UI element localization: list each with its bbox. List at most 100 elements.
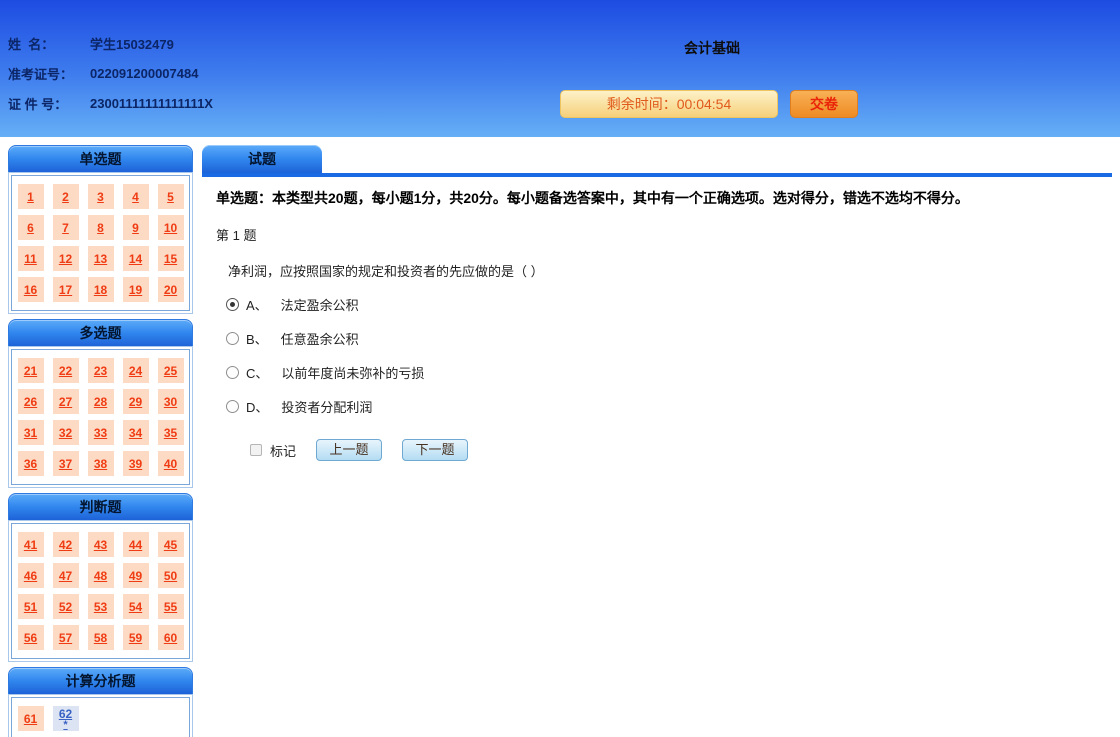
- content-area: 单选题 1 2 3 4 5 6 7 8 9 10 11 12 13 14: [0, 137, 1120, 737]
- question-link[interactable]: 59: [123, 625, 149, 650]
- question-link[interactable]: 40: [158, 451, 184, 476]
- question-link-number: 17: [59, 283, 72, 297]
- answer-radio[interactable]: [226, 366, 239, 379]
- nav-section-panel: 1 2 3 4 5 6 7 8 9 10 11 12 13 14 15: [8, 172, 193, 314]
- question-link[interactable]: 54: [123, 594, 149, 619]
- question-link-number: 23: [94, 364, 107, 378]
- nav-section-title: 单选题: [8, 145, 193, 172]
- answer-radio[interactable]: [226, 332, 239, 345]
- question-link[interactable]: 31: [18, 420, 44, 445]
- question-link[interactable]: 51: [18, 594, 44, 619]
- next-question-button[interactable]: 下一题: [402, 439, 468, 461]
- question-link-number: 34: [129, 426, 142, 440]
- question-link[interactable]: 49: [123, 563, 149, 588]
- question-link[interactable]: 19: [123, 277, 149, 302]
- prev-question-button[interactable]: 上一题: [316, 439, 382, 461]
- question-link[interactable]: 26: [18, 389, 44, 414]
- question-link[interactable]: 42: [53, 532, 79, 557]
- question-link-number: 13: [94, 252, 107, 266]
- info-value: 学生15032479: [90, 34, 174, 53]
- question-link-number: 46: [24, 569, 37, 583]
- question-link-number: 36: [24, 457, 37, 471]
- question-link[interactable]: 24: [123, 358, 149, 383]
- question-link-number: 41: [24, 538, 37, 552]
- question-link[interactable]: 52: [53, 594, 79, 619]
- question-link[interactable]: 28: [88, 389, 114, 414]
- question-link[interactable]: 47: [53, 563, 79, 588]
- question-link[interactable]: 9: [123, 215, 149, 240]
- question-link[interactable]: 58: [88, 625, 114, 650]
- question-link-number: 3: [97, 190, 104, 204]
- question-link[interactable]: 8: [88, 215, 114, 240]
- question-link[interactable]: 53: [88, 594, 114, 619]
- question-link[interactable]: 15: [158, 246, 184, 271]
- question-link[interactable]: 25: [158, 358, 184, 383]
- question-link[interactable]: 29: [123, 389, 149, 414]
- question-link[interactable]: 56: [18, 625, 44, 650]
- question-link[interactable]: 62 *: [53, 706, 79, 731]
- question-link[interactable]: 13: [88, 246, 114, 271]
- question-link-number: 15: [164, 252, 177, 266]
- question-link[interactable]: 5: [158, 184, 184, 209]
- nav-section-title: 计算分析题: [8, 667, 193, 694]
- question-link[interactable]: 30: [158, 389, 184, 414]
- question-link[interactable]: 43: [88, 532, 114, 557]
- question-link[interactable]: 10: [158, 215, 184, 240]
- nav-section-title: 判断题: [8, 493, 193, 520]
- question-link-number: 55: [164, 600, 177, 614]
- question-link[interactable]: 27: [53, 389, 79, 414]
- answer-option[interactable]: A、 法定盈余公积: [226, 295, 1112, 314]
- question-link[interactable]: 11: [18, 246, 44, 271]
- question-link[interactable]: 6: [18, 215, 44, 240]
- question-link[interactable]: 34: [123, 420, 149, 445]
- question-link[interactable]: 21: [18, 358, 44, 383]
- question-link[interactable]: 36: [18, 451, 44, 476]
- options-list: A、 法定盈余公积 B、 任意盈余公积 C、 以前年度尚未弥补的亏损 D、 投资…: [202, 295, 1112, 416]
- question-link-number: 60: [164, 631, 177, 645]
- tab-questions[interactable]: 试题: [202, 145, 322, 173]
- question-link[interactable]: 23: [88, 358, 114, 383]
- question-link[interactable]: 17: [53, 277, 79, 302]
- question-link[interactable]: 4: [123, 184, 149, 209]
- question-link[interactable]: 32: [53, 420, 79, 445]
- section-instructions: 单选题：本类型共20题，每小题1分，共20分。每小题备选答案中，其中有一个正确选…: [216, 188, 1112, 208]
- question-link[interactable]: 57: [53, 625, 79, 650]
- question-link[interactable]: 48: [88, 563, 114, 588]
- question-link[interactable]: 16: [18, 277, 44, 302]
- question-link[interactable]: 55: [158, 594, 184, 619]
- question-link[interactable]: 44: [123, 532, 149, 557]
- question-link[interactable]: 39: [123, 451, 149, 476]
- question-link[interactable]: 60: [158, 625, 184, 650]
- question-link[interactable]: 38: [88, 451, 114, 476]
- question-link[interactable]: 45: [158, 532, 184, 557]
- answer-option[interactable]: C、 以前年度尚未弥补的亏损: [226, 363, 1112, 382]
- submit-paper-button[interactable]: 交卷: [790, 90, 858, 118]
- answer-radio[interactable]: [226, 400, 239, 413]
- question-link[interactable]: 3: [88, 184, 114, 209]
- question-link[interactable]: 2: [53, 184, 79, 209]
- question-link[interactable]: 1: [18, 184, 44, 209]
- mark-toggle[interactable]: 标记: [250, 441, 296, 460]
- question-link[interactable]: 7: [53, 215, 79, 240]
- question-link[interactable]: 33: [88, 420, 114, 445]
- question-link[interactable]: 14: [123, 246, 149, 271]
- question-link[interactable]: 50: [158, 563, 184, 588]
- question-link[interactable]: 35: [158, 420, 184, 445]
- question-link-number: 37: [59, 457, 72, 471]
- question-link[interactable]: 12: [53, 246, 79, 271]
- answer-option[interactable]: D、 投资者分配利润: [226, 397, 1112, 416]
- question-link[interactable]: 41: [18, 532, 44, 557]
- question-link[interactable]: 22: [53, 358, 79, 383]
- nav-section-panel: 21 22 23 24 25 26 27 28 29 30 31 32 33 3…: [8, 346, 193, 488]
- question-link-number: 25: [164, 364, 177, 378]
- question-link[interactable]: 61: [18, 706, 44, 731]
- question-link[interactable]: 37: [53, 451, 79, 476]
- answer-radio[interactable]: [226, 298, 239, 311]
- question-link[interactable]: 20: [158, 277, 184, 302]
- question-link[interactable]: 46: [18, 563, 44, 588]
- answer-option[interactable]: B、 任意盈余公积: [226, 329, 1112, 348]
- question-link[interactable]: 18: [88, 277, 114, 302]
- mark-checkbox[interactable]: [250, 444, 262, 456]
- question-link-number: 61: [24, 712, 37, 726]
- question-link-number: 28: [94, 395, 107, 409]
